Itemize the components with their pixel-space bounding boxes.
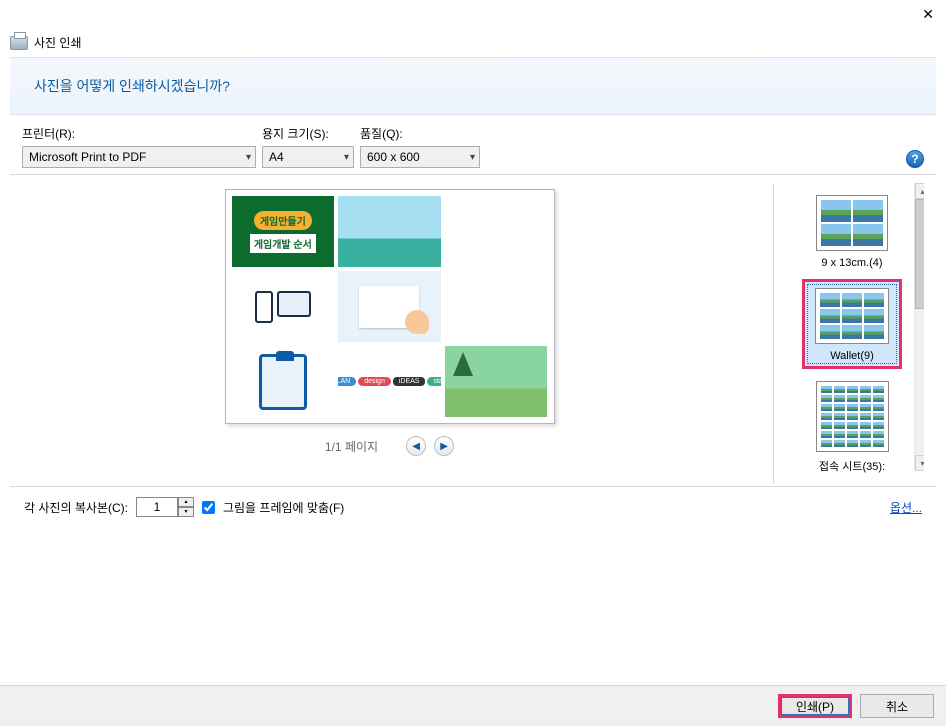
layout-option-contact-sheet[interactable]: 접속 시트(35): xyxy=(806,375,899,478)
copies-down-button[interactable]: ▾ xyxy=(178,507,194,517)
paper-combo[interactable]: A4 ▾ xyxy=(262,146,354,168)
printer-value: Microsoft Print to PDF xyxy=(29,150,146,164)
cancel-button[interactable]: 취소 xyxy=(860,694,934,718)
paper-label: 용지 크기(S): xyxy=(262,125,354,142)
printer-icon xyxy=(10,36,28,50)
chevron-down-icon: ▾ xyxy=(344,152,349,163)
preview-thumb-empty xyxy=(445,196,548,267)
layout-list: 9 x 13cm.(4) Wallet(9) xyxy=(774,183,924,484)
preview-thumb: 게임만들기 게임개발 순서 xyxy=(232,196,335,267)
thumb-badge: 게임만들기 xyxy=(254,211,312,230)
banner-title: 사진을 어떻게 인쇄하시겠습니까? xyxy=(34,76,912,96)
printer-combo[interactable]: Microsoft Print to PDF ▾ xyxy=(22,146,256,168)
fit-frame-label: 그림을 프레임에 맞춤(F) xyxy=(223,499,344,516)
chevron-down-icon: ▾ xyxy=(246,152,251,163)
page-indicator: 1/1 페이지 xyxy=(325,438,378,455)
print-button[interactable]: 인쇄(P) xyxy=(778,694,852,718)
preview-thumb-empty xyxy=(445,271,548,342)
options-link[interactable]: 옵션... xyxy=(890,499,922,516)
close-icon[interactable]: ✕ xyxy=(922,6,934,23)
scroll-thumb[interactable] xyxy=(915,199,924,309)
preview-thumb xyxy=(445,346,548,417)
preview-page: 게임만들기 게임개발 순서 PLAN design iD xyxy=(225,189,555,424)
layout-caption: 9 x 13cm.(4) xyxy=(821,257,882,269)
preview-thumb: PLAN design iDEAS start xyxy=(338,346,441,417)
copies-input[interactable] xyxy=(136,497,178,517)
scrollbar[interactable]: ▴ ▾ xyxy=(914,183,924,471)
paper-value: A4 xyxy=(269,150,284,164)
quality-label: 품질(Q): xyxy=(360,125,480,142)
preview-pane: 게임만들기 게임개발 순서 PLAN design iD xyxy=(22,183,774,484)
scroll-down-icon[interactable]: ▾ xyxy=(915,455,924,471)
printer-label: 프린터(R): xyxy=(22,125,256,142)
preview-thumb xyxy=(232,271,335,342)
prev-page-button[interactable]: ◀ xyxy=(406,436,426,456)
help-icon[interactable]: ? xyxy=(906,150,924,168)
banner: 사진을 어떻게 인쇄하시겠습니까? xyxy=(10,57,936,115)
layout-option-9x13[interactable]: 9 x 13cm.(4) xyxy=(806,189,898,273)
layout-option-wallet[interactable]: Wallet(9) xyxy=(802,279,902,369)
layout-caption: 접속 시트(35): xyxy=(819,458,885,474)
layout-caption: Wallet(9) xyxy=(830,350,874,362)
scroll-up-icon[interactable]: ▴ xyxy=(915,183,924,199)
preview-thumb xyxy=(338,196,441,267)
chevron-down-icon: ▾ xyxy=(470,152,475,163)
quality-value: 600 x 600 xyxy=(367,150,420,164)
thumb-sub: 게임개발 순서 xyxy=(250,234,316,253)
window-title: 사진 인쇄 xyxy=(34,34,82,51)
quality-combo[interactable]: 600 x 600 ▾ xyxy=(360,146,480,168)
fit-frame-checkbox[interactable] xyxy=(202,501,215,514)
copies-up-button[interactable]: ▴ xyxy=(178,497,194,507)
preview-thumb xyxy=(232,346,335,417)
copies-label: 각 사진의 복사본(C): xyxy=(24,499,128,516)
next-page-button[interactable]: ▶ xyxy=(434,436,454,456)
preview-thumb xyxy=(338,271,441,342)
